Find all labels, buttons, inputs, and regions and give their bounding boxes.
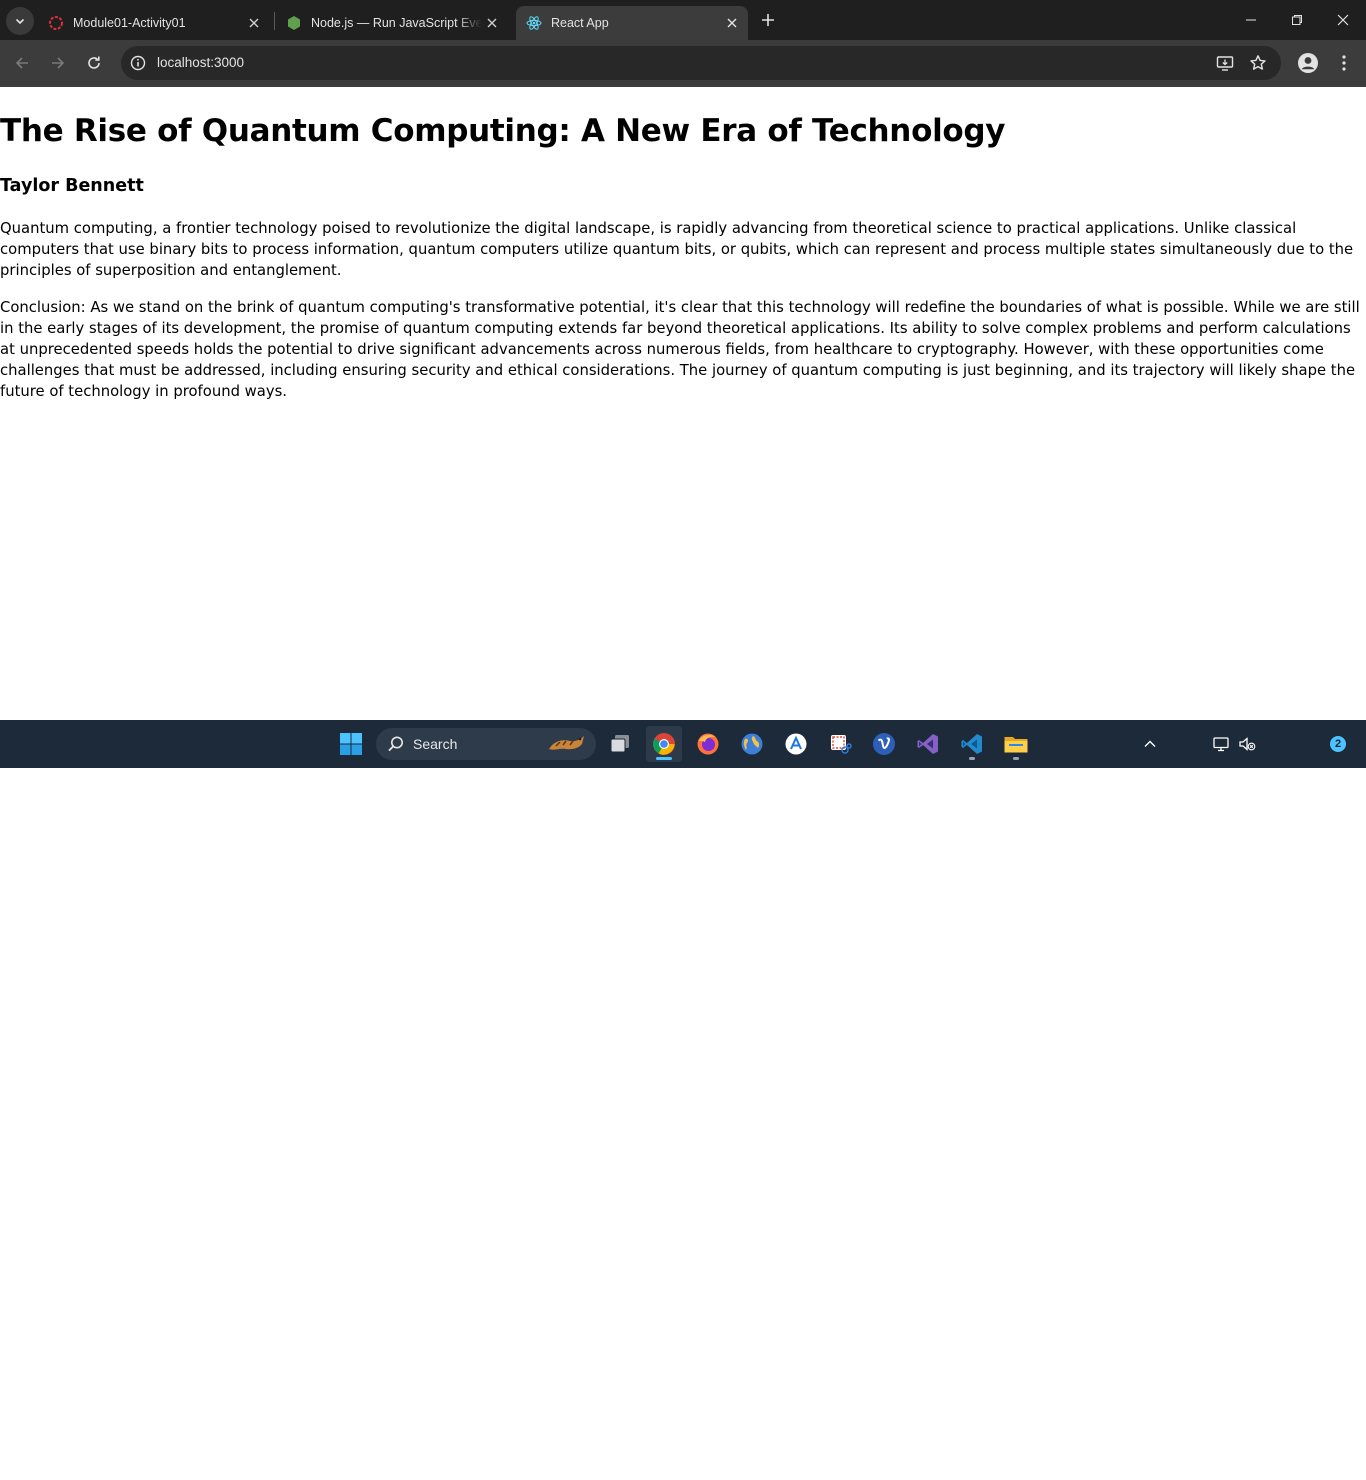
chevron-down-icon [15, 18, 25, 25]
clock-date: 8/14/2024 [1269, 1465, 1323, 1479]
taskbar-vscode-button[interactable] [954, 726, 990, 762]
language-code: ENG [1170, 1450, 1197, 1464]
reload-button[interactable] [80, 49, 108, 77]
article-title: The Rise of Quantum Computing: A New Era… [0, 113, 1006, 149]
new-tab-button[interactable] [756, 8, 780, 32]
more-vertical-icon [1342, 55, 1346, 71]
profile-avatar-icon [1298, 53, 1318, 73]
task-view-icon [610, 735, 629, 753]
region-code: US [1175, 1465, 1193, 1479]
tab-react-app[interactable]: React App [516, 6, 748, 40]
snipping-tool-icon [831, 735, 852, 754]
nodejs-hexagon-icon [288, 16, 300, 30]
active-app-indicator [656, 757, 672, 760]
tab-title: React App [551, 16, 609, 30]
close-icon [249, 18, 259, 28]
restore-button[interactable] [1274, 0, 1320, 40]
volume-button[interactable] [1232, 726, 1262, 762]
plus-icon [762, 14, 774, 26]
running-app-indicator [1013, 757, 1019, 760]
restore-icon [1292, 15, 1302, 25]
article-author: Taylor Bennett [0, 176, 144, 196]
globe-icon [741, 733, 763, 755]
speaker-muted-icon [1239, 737, 1256, 751]
taskbar-store-app-button[interactable] [778, 726, 814, 762]
minimize-button[interactable] [1228, 0, 1274, 40]
tab-strip: Module01-Activity01 Node.js — Run JavaSc… [0, 0, 1366, 40]
close-window-button[interactable] [1320, 0, 1366, 40]
arrow-left-icon [15, 57, 28, 69]
tab-close-button[interactable] [244, 13, 264, 33]
running-app-indicator [969, 757, 975, 760]
react-atom-icon [526, 16, 542, 30]
browser-toolbar: localhost:3000 [0, 40, 1366, 87]
input-language-indicator[interactable]: ENG US [1166, 1450, 1202, 1480]
tab-close-button[interactable] [482, 13, 502, 33]
bookmark-button[interactable] [1248, 53, 1268, 73]
back-button[interactable] [8, 49, 36, 77]
clock-time: 5:16 PM [1273, 1450, 1319, 1464]
chevron-up-icon [1144, 740, 1156, 747]
start-button[interactable] [333, 726, 369, 762]
search-highlight-icon [549, 736, 584, 750]
taskbar-vimeo-app-button[interactable] [866, 726, 902, 762]
site-info-icon[interactable] [129, 54, 147, 72]
network-icon [1213, 737, 1229, 752]
show-hidden-icons-button[interactable] [1132, 726, 1168, 762]
taskbar-search-box[interactable]: Search [376, 728, 596, 760]
vscode-icon [961, 734, 982, 754]
tab-title: Module01-Activity01 [73, 16, 186, 30]
tab-separator [274, 12, 275, 30]
article-intro-paragraph: Quantum computing, a frontier technology… [0, 220, 1354, 279]
browser-menu-button[interactable] [1334, 51, 1354, 75]
url-text[interactable]: localhost:3000 [157, 55, 244, 70]
tab-close-button[interactable] [722, 13, 742, 33]
taskbar-firefox-button[interactable] [690, 726, 726, 762]
search-label: Search [413, 736, 458, 752]
minimize-icon [1246, 19, 1256, 21]
address-bar[interactable]: localhost:3000 [121, 46, 1281, 80]
tab-nodejs[interactable]: Node.js — Run JavaScript Everywhere [276, 6, 508, 40]
vimeo-v-icon [873, 733, 895, 755]
app-store-a-icon [785, 733, 807, 755]
close-icon [487, 18, 497, 28]
star-icon [1250, 55, 1266, 70]
close-icon [727, 18, 737, 28]
taskbar-globe-app-button[interactable] [734, 726, 770, 762]
taskbar-chrome-button[interactable] [646, 726, 682, 762]
module-ring-icon [49, 16, 63, 30]
search-icon [388, 736, 403, 752]
visual-studio-icon [917, 734, 938, 754]
article-conclusion-paragraph: Conclusion: As we stand on the brink of … [0, 299, 1360, 400]
taskbar: Search ENG US 5:16 PM 8/14/2024 [0, 720, 1366, 1479]
profile-button[interactable] [1296, 51, 1320, 75]
reload-icon [88, 56, 100, 69]
windows-logo-icon [340, 733, 362, 755]
page-content: The Rise of Quantum Computing: A New Era… [0, 87, 1366, 720]
clock[interactable]: 5:16 PM 8/14/2024 [1262, 1450, 1330, 1480]
install-app-icon [1216, 56, 1234, 71]
tab-search-button[interactable] [6, 7, 34, 35]
firefox-icon [697, 733, 719, 755]
taskbar-snipping-tool-button[interactable] [822, 726, 858, 762]
arrow-right-icon [52, 57, 65, 69]
forward-button[interactable] [44, 49, 72, 77]
task-view-button[interactable] [602, 726, 638, 762]
install-app-button[interactable] [1215, 53, 1235, 73]
notification-count-badge[interactable]: 2 [1330, 736, 1346, 752]
taskbar-file-explorer-button[interactable] [998, 726, 1034, 762]
chrome-icon [653, 733, 675, 755]
tab-title: Node.js — Run JavaScript Everywhere [311, 16, 482, 30]
taskbar-visual-studio-button[interactable] [910, 726, 946, 762]
close-icon [1337, 14, 1349, 26]
folder-icon [1004, 737, 1028, 753]
tab-module01[interactable]: Module01-Activity01 [38, 6, 270, 40]
